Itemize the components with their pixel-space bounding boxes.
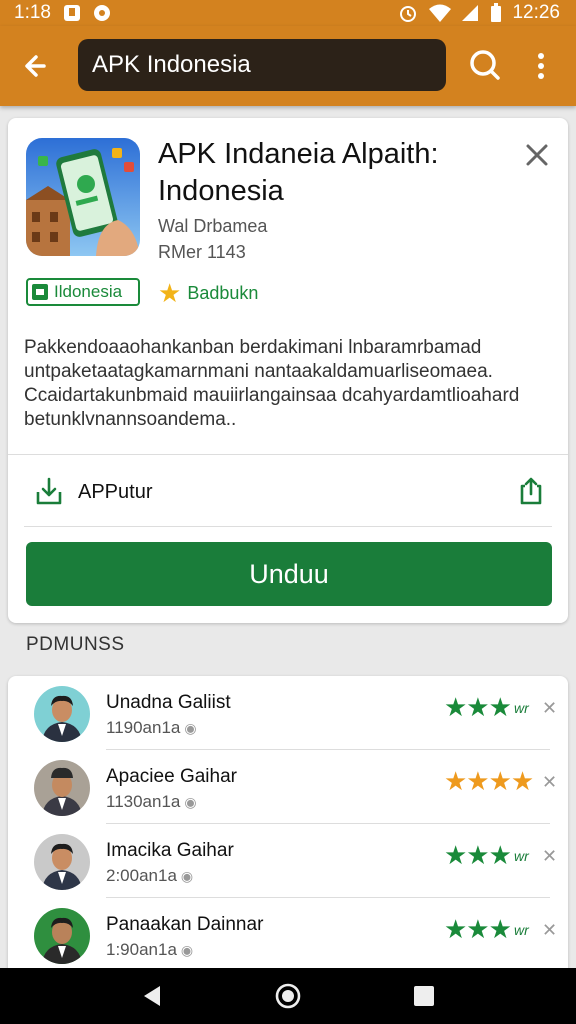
avatar: [34, 760, 90, 816]
location-icon: ◉: [184, 720, 197, 736]
app-icon: [26, 138, 140, 256]
review-tag: wr: [514, 700, 529, 716]
nav-recent-icon[interactable]: [412, 984, 436, 1008]
location-icon: ◉: [184, 794, 197, 810]
nav-home-icon[interactable]: [274, 982, 302, 1010]
signal-icon: [462, 5, 478, 21]
review-stars: ★★★: [444, 914, 512, 944]
search-icon[interactable]: [466, 46, 504, 84]
review-time-text: 1130an1a: [106, 792, 181, 811]
status-time-right: 12:26: [512, 2, 560, 23]
app-size: RMer 1143: [158, 242, 246, 262]
reviewer-name: Apaciee Gaihar: [106, 766, 237, 787]
app-description: Pakkendoaaohankanban berdakimani lnbaram…: [24, 337, 520, 430]
review-row[interactable]: Panaakan Dainnar 1:90an1a ◉ ★★★ wr ✕: [8, 900, 568, 972]
alarm-icon: [400, 6, 416, 22]
review-time: 1130an1a ◉: [106, 792, 197, 812]
rating-badge: ★ Badbukn: [158, 278, 258, 309]
review-tag: wr: [514, 922, 529, 938]
review-tag: wr: [514, 848, 529, 864]
app-title: APK Indaneia Alpaith: Indonesia: [158, 138, 439, 207]
dismiss-icon[interactable]: ✕: [542, 772, 557, 793]
share-icon[interactable]: [516, 476, 546, 506]
rating-label: Badbukn: [187, 283, 259, 303]
app-detail-card: APK Indaneia Alpaith: Indonesia Wal Drba…: [8, 118, 568, 623]
review-time-text: 1190an1a: [106, 718, 181, 737]
install-icon: [36, 477, 62, 505]
divider: [24, 526, 552, 527]
dismiss-icon[interactable]: ✕: [542, 846, 557, 867]
review-row[interactable]: Imacika Gaihar 2:00an1a ◉ ★★★ wr ✕: [8, 826, 568, 898]
review-time-text: 1:90an1a: [106, 940, 177, 959]
app-bar: APK Indonesia: [0, 26, 576, 106]
wifi-icon: [429, 4, 451, 22]
system-nav-bar: [0, 968, 576, 1024]
row-divider: [106, 749, 550, 750]
install-row[interactable]: APPutur: [24, 456, 552, 526]
review-row[interactable]: Apaciee Gaihar 1130an1a ◉ ★★★★ ✕: [8, 752, 568, 824]
avatar: [34, 686, 90, 742]
category-icon: [32, 284, 48, 300]
battery-icon: [491, 3, 501, 22]
review-time: 1190an1a ◉: [106, 718, 197, 738]
review-row[interactable]: Unadna Galiist 1190an1a ◉ ★★★ wr ✕: [8, 678, 568, 750]
reviewer-name: Unadna Galiist: [106, 692, 231, 713]
reviews-card: Unadna Galiist 1190an1a ◉ ★★★ wr ✕ Apacie…: [8, 676, 568, 976]
back-arrow-icon[interactable]: [18, 48, 54, 84]
notification-icon: [64, 5, 80, 21]
section-heading: PDMUNSS: [26, 634, 125, 655]
status-bar: 1:18 12:26: [0, 0, 576, 26]
review-stars: ★★★: [444, 840, 512, 870]
search-input[interactable]: APK Indonesia: [78, 39, 446, 91]
divider: [8, 454, 568, 455]
reviewer-name: Imacika Gaihar: [106, 840, 234, 861]
app-notification-icon: [94, 5, 110, 21]
dismiss-icon[interactable]: ✕: [542, 698, 557, 719]
category-badge[interactable]: Ildonesia: [26, 278, 140, 306]
close-icon[interactable]: [522, 140, 552, 170]
status-time: 1:18: [14, 2, 51, 23]
developer-name[interactable]: Wal Drbamea: [158, 216, 267, 237]
reviewer-name: Panaakan Dainnar: [106, 914, 264, 935]
review-time: 1:90an1a ◉: [106, 940, 193, 960]
row-divider: [106, 897, 550, 898]
review-stars: ★★★: [444, 692, 512, 722]
review-time: 2:00an1a ◉: [106, 866, 193, 886]
row-divider: [106, 823, 550, 824]
avatar: [34, 834, 90, 890]
category-label: Ildonesia: [54, 282, 123, 301]
more-vert-icon[interactable]: [528, 48, 554, 84]
location-icon: ◉: [180, 868, 194, 884]
dismiss-icon[interactable]: ✕: [542, 920, 557, 941]
download-button[interactable]: Unduu: [26, 542, 552, 606]
avatar: [34, 908, 90, 964]
star-icon: ★: [158, 278, 182, 308]
review-time-text: 2:00an1a: [106, 866, 177, 885]
location-icon: ◉: [180, 942, 194, 958]
nav-back-icon[interactable]: [138, 982, 166, 1010]
install-label: APPutur: [78, 481, 153, 503]
review-stars: ★★★★: [444, 766, 534, 796]
